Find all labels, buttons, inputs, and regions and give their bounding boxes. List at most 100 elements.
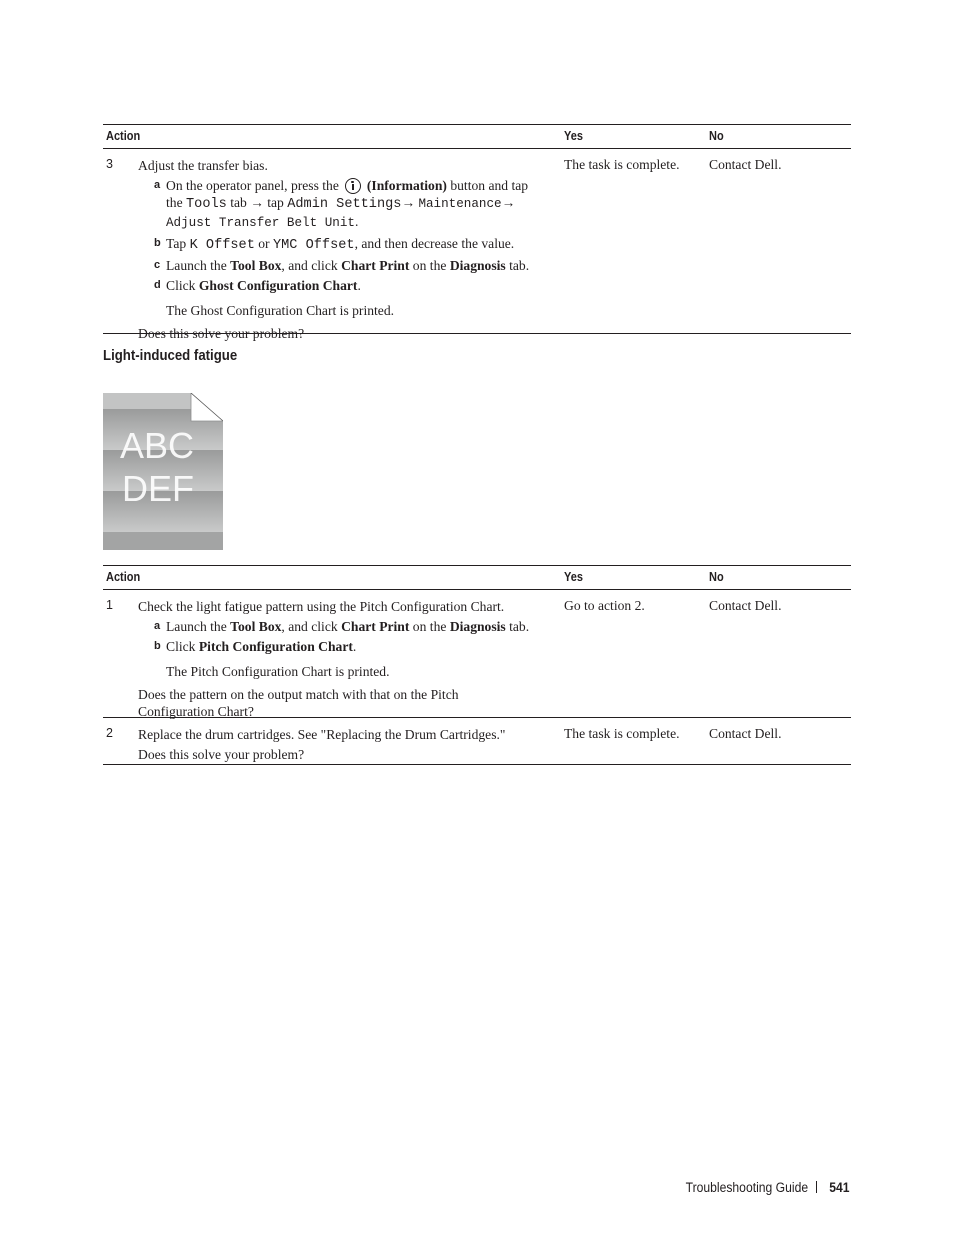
action-question-line-1: Does the pattern on the output match wit… <box>138 687 459 702</box>
step-text: on the <box>409 258 450 273</box>
action-intro: Replace the drum cartridges. See "Replac… <box>138 727 506 742</box>
step-text: Launch the <box>166 619 231 634</box>
action-number: 3 <box>106 157 113 171</box>
section-title-text: Light-induced fatigue <box>103 347 238 364</box>
step-letter: d <box>154 279 161 291</box>
action-number: 2 <box>106 726 113 740</box>
step-a-line-2: the Tools tab → tap Admin Settings→ Main… <box>166 194 558 213</box>
troubleshooting-table-transfer-bias: Action Yes No 3 Adjust the transfer bias… <box>103 124 851 341</box>
step-b-line: Click Pitch Configuration Chart. <box>166 638 558 655</box>
step-text: Click <box>166 639 199 654</box>
table-row: 1 Check the light fatigue pattern using … <box>103 590 851 719</box>
ui-tool-box: Tool Box <box>230 619 282 634</box>
step-text: . <box>354 214 359 229</box>
step-d-line: Click Ghost Configuration Chart. <box>166 277 558 294</box>
ui-pitch-configuration-chart: Pitch Configuration Chart <box>198 639 353 654</box>
step-text: . <box>357 278 361 293</box>
action-intro: Adjust the transfer bias. <box>138 158 268 173</box>
menu-maintenance: Maintenance <box>418 197 502 211</box>
yes-result: The task is complete. <box>564 157 680 172</box>
step-a-line: Launch the Tool Box, and click Chart Pri… <box>166 618 558 635</box>
ui-chart-print: Chart Print <box>341 619 410 634</box>
page-footer: Troubleshooting Guide 541 <box>672 1180 850 1195</box>
menu-ymc-offset: YMC Offset <box>272 238 355 253</box>
step-note: The Pitch Configuration Chart is printed… <box>166 664 390 679</box>
action-number: 1 <box>106 598 113 612</box>
step-c: c Launch the Tool Box, and click Chart P… <box>138 257 558 274</box>
step-text: tab. <box>505 258 530 273</box>
light-induced-fatigue-sample-image: ABC DEF <box>103 393 223 550</box>
table-row: 2 Replace the drum cartridges. See "Repl… <box>103 718 851 765</box>
step-text: tab. <box>505 619 530 634</box>
step-text: , and then decrease the value. <box>354 236 515 251</box>
ui-tool-box: Tool Box <box>230 258 282 273</box>
troubleshooting-table-light-fatigue: Action Yes No 1 Check the light fatigue … <box>103 565 851 765</box>
step-b: b Tap K Offset or YMC Offset, and then d… <box>138 235 558 254</box>
step-letter: b <box>154 640 161 652</box>
action-question: Does this solve your problem? <box>138 747 305 762</box>
yes-result: The task is complete. <box>564 726 680 741</box>
step-text: Click <box>166 278 199 293</box>
step-letter: c <box>154 259 161 271</box>
step-text: button and tap <box>446 178 529 193</box>
header-no: No <box>709 129 724 143</box>
action-intro: Check the light fatigue pattern using th… <box>138 599 505 614</box>
action-body: Adjust the transfer bias. a On the opera… <box>138 149 558 348</box>
step-a: a On the operator panel, press the (Infor… <box>138 177 558 232</box>
step-text: . <box>352 639 357 654</box>
step-a-line-3: Adjust Transfer Belt Unit. <box>166 213 558 232</box>
menu-adjust-transfer-belt-unit: Adjust Transfer Belt Unit <box>166 216 355 230</box>
step-text: Launch the <box>166 258 231 273</box>
step-text: , and click <box>281 258 342 273</box>
step-text: tab → tap <box>226 195 288 210</box>
band <box>103 532 223 550</box>
table-row: 3 Adjust the transfer bias. a On the ope… <box>103 149 851 341</box>
menu-admin-settings: Admin Settings <box>287 197 402 212</box>
action-body: Check the light fatigue pattern using th… <box>138 590 558 726</box>
arrow-text: → <box>401 195 419 210</box>
arrow-text: → <box>501 195 516 210</box>
step-letter: a <box>154 179 161 191</box>
step-b: b Click Pitch Configuration Chart. <box>138 638 558 655</box>
sample-text-def: DEF <box>122 468 194 509</box>
information-button-label: (Information) <box>366 178 447 193</box>
menu-tools: Tools <box>186 197 227 212</box>
action-body: Replace the drum cartridges. See "Replac… <box>138 718 558 769</box>
ui-diagnosis-tab: Diagnosis <box>449 258 506 273</box>
header-action: Action <box>106 129 141 143</box>
step-a: a Launch the Tool Box, and click Chart P… <box>138 618 558 635</box>
step-text: On the operator panel, press the <box>166 178 339 193</box>
header-no: No <box>709 570 724 584</box>
step-text: , and click <box>281 619 342 634</box>
header-action: Action <box>106 570 141 584</box>
step-b-line: Tap K Offset or YMC Offset, and then dec… <box>166 235 558 254</box>
header-yes: Yes <box>564 570 583 584</box>
section-title: Light-induced fatigue <box>103 347 255 364</box>
footer-separator <box>816 1181 818 1193</box>
ui-diagnosis-tab: Diagnosis <box>449 619 506 634</box>
step-a-line-1: On the operator panel, press the (Informa… <box>166 177 558 194</box>
step-text: the <box>166 195 187 210</box>
step-text: Tap <box>166 236 190 251</box>
step-text: or <box>254 236 273 251</box>
action-question: Does this solve your problem? <box>138 326 305 341</box>
header-yes: Yes <box>564 129 583 143</box>
step-letter: b <box>154 237 161 249</box>
no-result: Contact Dell. <box>709 157 782 172</box>
no-result: Contact Dell. <box>709 726 782 741</box>
page-number: 541 <box>829 1180 850 1195</box>
table-header: Action Yes No <box>103 566 851 590</box>
sample-text-abc: ABC <box>120 425 194 466</box>
menu-k-offset: K Offset <box>189 238 255 253</box>
step-c-line: Launch the Tool Box, and click Chart Pri… <box>166 257 558 274</box>
footer-title: Troubleshooting Guide <box>685 1180 809 1195</box>
step-d: d Click Ghost Configuration Chart. <box>138 277 558 294</box>
table-header: Action Yes No <box>103 125 851 149</box>
no-result: Contact Dell. <box>709 598 782 613</box>
step-note: The Ghost Configuration Chart is printed… <box>166 303 395 318</box>
yes-result: Go to action 2. <box>564 598 645 613</box>
step-letter: a <box>154 620 161 632</box>
ui-ghost-configuration-chart: Ghost Configuration Chart <box>198 278 358 293</box>
information-icon <box>344 178 361 194</box>
step-text: on the <box>409 619 450 634</box>
